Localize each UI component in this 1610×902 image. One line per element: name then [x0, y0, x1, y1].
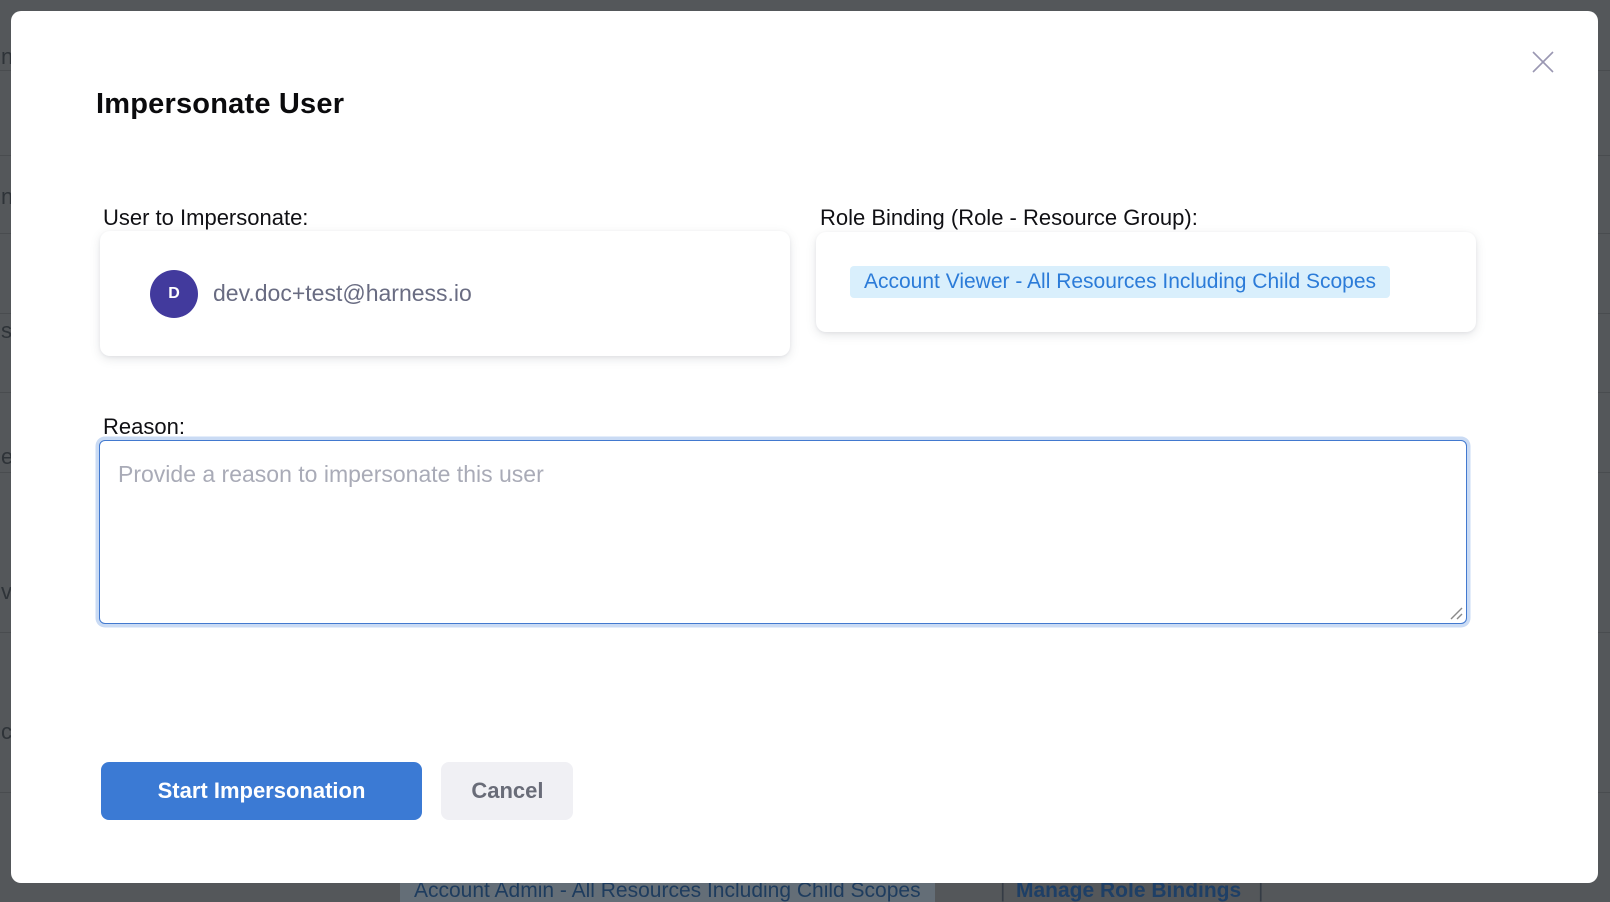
impersonate-user-modal: Impersonate User User to Impersonate: D …: [11, 11, 1598, 883]
start-impersonation-button[interactable]: Start Impersonation: [101, 762, 422, 820]
close-icon: [1526, 45, 1560, 79]
modal-title: Impersonate User: [96, 87, 344, 121]
reason-input[interactable]: [99, 440, 1467, 624]
user-to-impersonate-label: User to Impersonate:: [103, 205, 308, 231]
user-avatar: D: [150, 270, 198, 318]
role-binding-chip: Account Viewer - All Resources Including…: [850, 266, 1390, 298]
modal-actions: Start Impersonation Cancel: [101, 762, 573, 820]
user-card: D dev.doc+test@harness.io: [100, 231, 790, 356]
reason-label: Reason:: [103, 414, 185, 440]
role-binding-label: Role Binding (Role - Resource Group):: [820, 205, 1198, 231]
user-email: dev.doc+test@harness.io: [213, 280, 472, 307]
close-button[interactable]: [1526, 45, 1560, 79]
screen-root: n n s ev ve ct Account Admin - All Resou…: [0, 0, 1610, 902]
cancel-button[interactable]: Cancel: [441, 762, 573, 820]
role-binding-card: Account Viewer - All Resources Including…: [816, 232, 1476, 332]
reason-field-wrapper: [99, 440, 1467, 624]
